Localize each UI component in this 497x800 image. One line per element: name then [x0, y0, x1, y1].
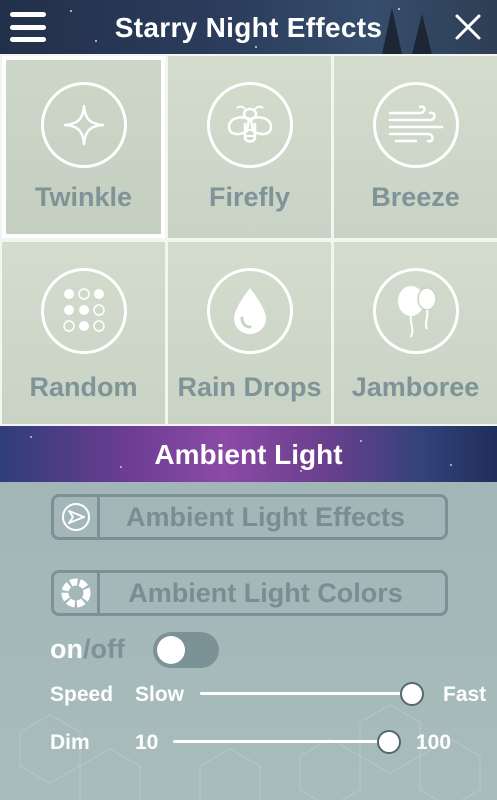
firefly-icon — [206, 82, 293, 168]
ambient-light-effects-button[interactable]: Ambient Light Effects — [51, 494, 448, 540]
effect-tile-jamboree[interactable]: Jamboree — [334, 242, 497, 424]
page-title: Starry Night Effects — [114, 12, 383, 43]
ambient-light-effects-label: Ambient Light Effects — [125, 501, 405, 532]
color-wheel-icon — [54, 573, 100, 613]
dim-slider-thumb[interactable] — [376, 730, 401, 754]
sparkle-icon — [40, 82, 127, 168]
effect-tile-random[interactable]: Random — [2, 242, 165, 424]
off-label: off — [90, 634, 125, 664]
effect-label: Twinkle — [34, 182, 133, 212]
ambient-light-title: Ambient Light — [154, 439, 343, 470]
effect-label: Random — [29, 372, 138, 402]
ambient-light-colors-button[interactable]: Ambient Light Colors — [51, 570, 448, 616]
dots-icon — [40, 268, 127, 354]
dim-min-label: 10 — [135, 731, 159, 754]
ambient-light-colors-label: Ambient Light Colors — [128, 577, 403, 608]
effect-tile-twinkle[interactable]: Twinkle — [2, 56, 165, 238]
toggle-knob — [157, 636, 185, 664]
on-label: on — [50, 634, 83, 664]
header-bar: Starry Night Effects — [0, 0, 497, 54]
effect-tile-rain-drops[interactable]: Rain Drops — [168, 242, 331, 424]
effect-label: Breeze — [371, 182, 460, 212]
ambient-light-header: Ambient Light — [0, 426, 497, 482]
play-circle-icon — [54, 497, 100, 537]
ambient-light-toggle[interactable] — [153, 632, 219, 668]
speed-min-label: Slow — [135, 683, 185, 706]
effects-grid: Twinkle Firefly Breeze Random Rain Drops… — [0, 54, 497, 426]
effect-label: Jamboree — [351, 372, 480, 402]
effect-tile-firefly[interactable]: Firefly — [168, 56, 331, 238]
effect-tile-breeze[interactable]: Breeze — [334, 56, 497, 238]
balloons-icon — [372, 268, 459, 354]
dim-label: Dim — [50, 731, 90, 754]
dim-max-label: 100 — [416, 731, 452, 754]
water-drop-icon — [206, 268, 293, 354]
effect-label: Rain Drops — [177, 372, 322, 402]
speed-label: Speed — [50, 683, 114, 706]
on-off-label: on/off — [50, 634, 125, 665]
wind-icon — [372, 82, 459, 168]
speed-max-label: Fast — [443, 683, 487, 706]
dim-slider-track[interactable] — [173, 740, 393, 743]
speed-slider-track[interactable] — [200, 692, 419, 695]
close-icon[interactable] — [453, 12, 483, 42]
slash-label: / — [83, 634, 91, 664]
effect-label: Firefly — [208, 182, 291, 212]
